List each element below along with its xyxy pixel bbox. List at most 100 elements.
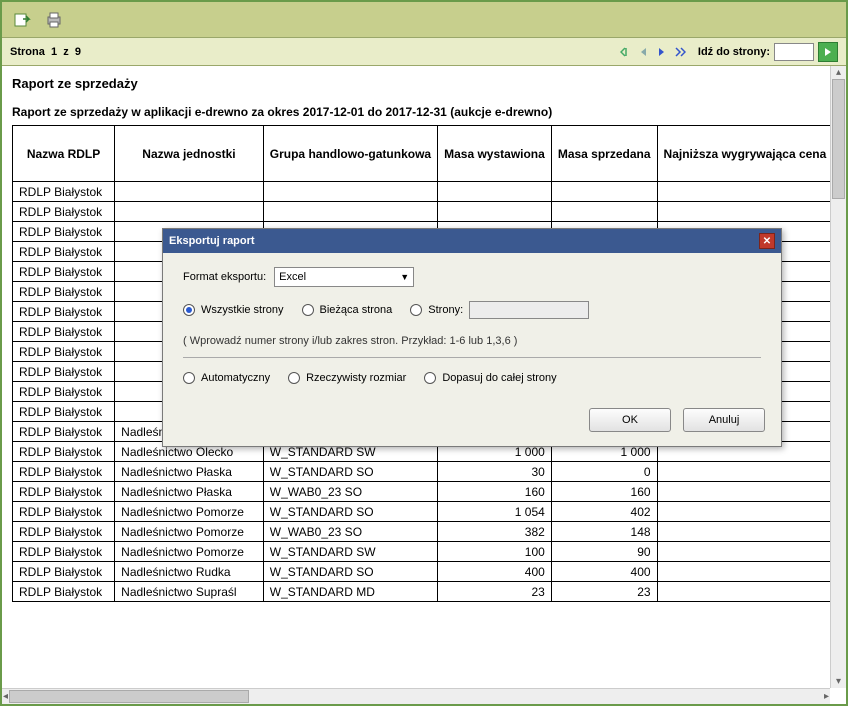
cell-masa-sprz: 0 (551, 462, 657, 482)
cell-cena: 2 (657, 182, 846, 202)
cell-rdlp: RDLP Białystok (13, 182, 115, 202)
cell-rdlp: RDLP Białystok (13, 402, 115, 422)
table-row: RDLP BiałystokNadleśnictwo SupraślW_STAN… (13, 582, 847, 602)
cell-jednostka: Nadleśnictwo Pomorze (115, 542, 264, 562)
radio-all-pages[interactable]: Wszystkie strony (183, 304, 284, 316)
scroll-down-icon[interactable]: ▾ (835, 675, 842, 688)
radio-icon (288, 372, 300, 384)
cell-jednostka: Nadleśnictwo Supraśl (115, 582, 264, 602)
cell-rdlp: RDLP Białystok (13, 562, 115, 582)
table-row: RDLP Białystok23 (13, 202, 847, 222)
col-masa-wyst: Masa wystawiona (438, 126, 552, 182)
cell-grupa: W_STANDARD SO (263, 462, 437, 482)
scroll-right-icon[interactable]: ▸ (823, 690, 830, 703)
cell-masa-sprz: 402 (551, 502, 657, 522)
scroll-thumb-y[interactable] (832, 79, 845, 199)
cell-masa-wyst: 23 (438, 582, 552, 602)
radio-icon (183, 372, 195, 384)
cell-masa-sprz: 90 (551, 542, 657, 562)
table-row: RDLP BiałystokNadleśnictwo PomorzeW_WAB0… (13, 522, 847, 542)
pager-sep: z (63, 46, 69, 58)
print-icon[interactable] (44, 10, 64, 30)
radio-icon (424, 372, 436, 384)
prev-page-icon[interactable] (637, 45, 651, 59)
next-page-icon[interactable] (655, 45, 669, 59)
export-dialog: Eksportuj raport ✕ Format eksportu: Exce… (162, 228, 782, 447)
cell-masa-wyst: 400 (438, 562, 552, 582)
horizontal-scrollbar[interactable]: ◂ ▸ (2, 688, 830, 704)
cell-grupa (263, 202, 437, 222)
cell-rdlp: RDLP Białystok (13, 462, 115, 482)
format-label: Format eksportu: (183, 271, 266, 283)
radio-current-page[interactable]: Bieżąca strona (302, 304, 393, 316)
cell-rdlp: RDLP Białystok (13, 502, 115, 522)
cell-jednostka: Nadleśnictwo Płaska (115, 462, 264, 482)
cell-masa-sprz: 400 (551, 562, 657, 582)
pages-range-input[interactable] (469, 301, 589, 319)
cell-rdlp: RDLP Białystok (13, 362, 115, 382)
table-row: RDLP Białystok 2 (13, 182, 847, 202)
cell-masa-sprz: 23 (551, 582, 657, 602)
scroll-up-icon[interactable]: ▴ (835, 66, 842, 79)
cell-cena: 29 (657, 522, 846, 542)
chevron-down-icon: ▼ (400, 272, 409, 282)
last-page-icon[interactable] (673, 45, 687, 59)
first-page-icon[interactable] (619, 45, 633, 59)
cell-grupa (263, 182, 437, 202)
dialog-titlebar[interactable]: Eksportuj raport ✕ (163, 229, 781, 253)
cancel-button[interactable]: Anuluj (683, 408, 765, 432)
ok-button[interactable]: OK (589, 408, 671, 432)
format-select[interactable]: Excel ▼ (274, 267, 414, 287)
cell-cena (657, 462, 846, 482)
cell-jednostka: Nadleśnictwo Pomorze (115, 502, 264, 522)
radio-icon (183, 304, 195, 316)
radio-size-fit[interactable]: Dopasuj do całej strony (424, 372, 556, 384)
close-icon[interactable]: ✕ (759, 233, 775, 249)
cell-masa-sprz (551, 202, 657, 222)
report-title: Raport ze sprzedaży (12, 76, 846, 91)
table-row: RDLP BiałystokNadleśnictwo PłaskaW_WAB0_… (13, 482, 847, 502)
cell-masa-sprz: 148 (551, 522, 657, 542)
cell-masa-wyst: 160 (438, 482, 552, 502)
cell-cena: 20 (657, 582, 846, 602)
scroll-thumb-x[interactable] (9, 690, 249, 703)
dialog-title-text: Eksportuj raport (169, 235, 255, 247)
radio-size-real[interactable]: Rzeczywisty rozmiar (288, 372, 406, 384)
col-jednostka: Nazwa jednostki (115, 126, 264, 182)
export-icon[interactable] (12, 10, 32, 30)
cell-grupa: W_STANDARD SO (263, 502, 437, 522)
cell-rdlp: RDLP Białystok (13, 322, 115, 342)
scroll-left-icon[interactable]: ◂ (2, 690, 9, 703)
cell-cena: 2 (657, 562, 846, 582)
format-value: Excel (279, 271, 306, 283)
radio-pages-range[interactable]: Strony: (410, 301, 589, 319)
col-masa-sprz: Masa sprzedana (551, 126, 657, 182)
cell-jednostka (115, 202, 264, 222)
radio-icon (302, 304, 314, 316)
cell-masa-sprz: 160 (551, 482, 657, 502)
table-row: RDLP BiałystokNadleśnictwo PomorzeW_STAN… (13, 502, 847, 522)
goto-page-input[interactable] (774, 43, 814, 61)
pager-total: 9 (75, 46, 81, 58)
pager-current: 1 (51, 46, 57, 58)
cell-masa-wyst: 1 054 (438, 502, 552, 522)
cell-cena: 2 (657, 542, 846, 562)
vertical-scrollbar[interactable]: ▴ ▾ (830, 66, 846, 688)
cell-rdlp: RDLP Białystok (13, 202, 115, 222)
col-rdlp: Nazwa RDLP (13, 126, 115, 182)
cell-rdlp: RDLP Białystok (13, 582, 115, 602)
goto-page-button[interactable] (818, 42, 838, 62)
radio-size-auto[interactable]: Automatyczny (183, 372, 270, 384)
cell-rdlp: RDLP Białystok (13, 442, 115, 462)
table-row: RDLP BiałystokNadleśnictwo PłaskaW_STAND… (13, 462, 847, 482)
cell-grupa: W_STANDARD MD (263, 582, 437, 602)
cell-cena: 29 (657, 482, 846, 502)
cell-rdlp: RDLP Białystok (13, 242, 115, 262)
cell-masa-sprz (551, 182, 657, 202)
cell-cena: 2 (657, 502, 846, 522)
cell-rdlp: RDLP Białystok (13, 382, 115, 402)
divider (183, 357, 761, 358)
goto-label: Idź do strony: (698, 46, 770, 58)
cell-rdlp: RDLP Białystok (13, 262, 115, 282)
cell-masa-wyst: 30 (438, 462, 552, 482)
